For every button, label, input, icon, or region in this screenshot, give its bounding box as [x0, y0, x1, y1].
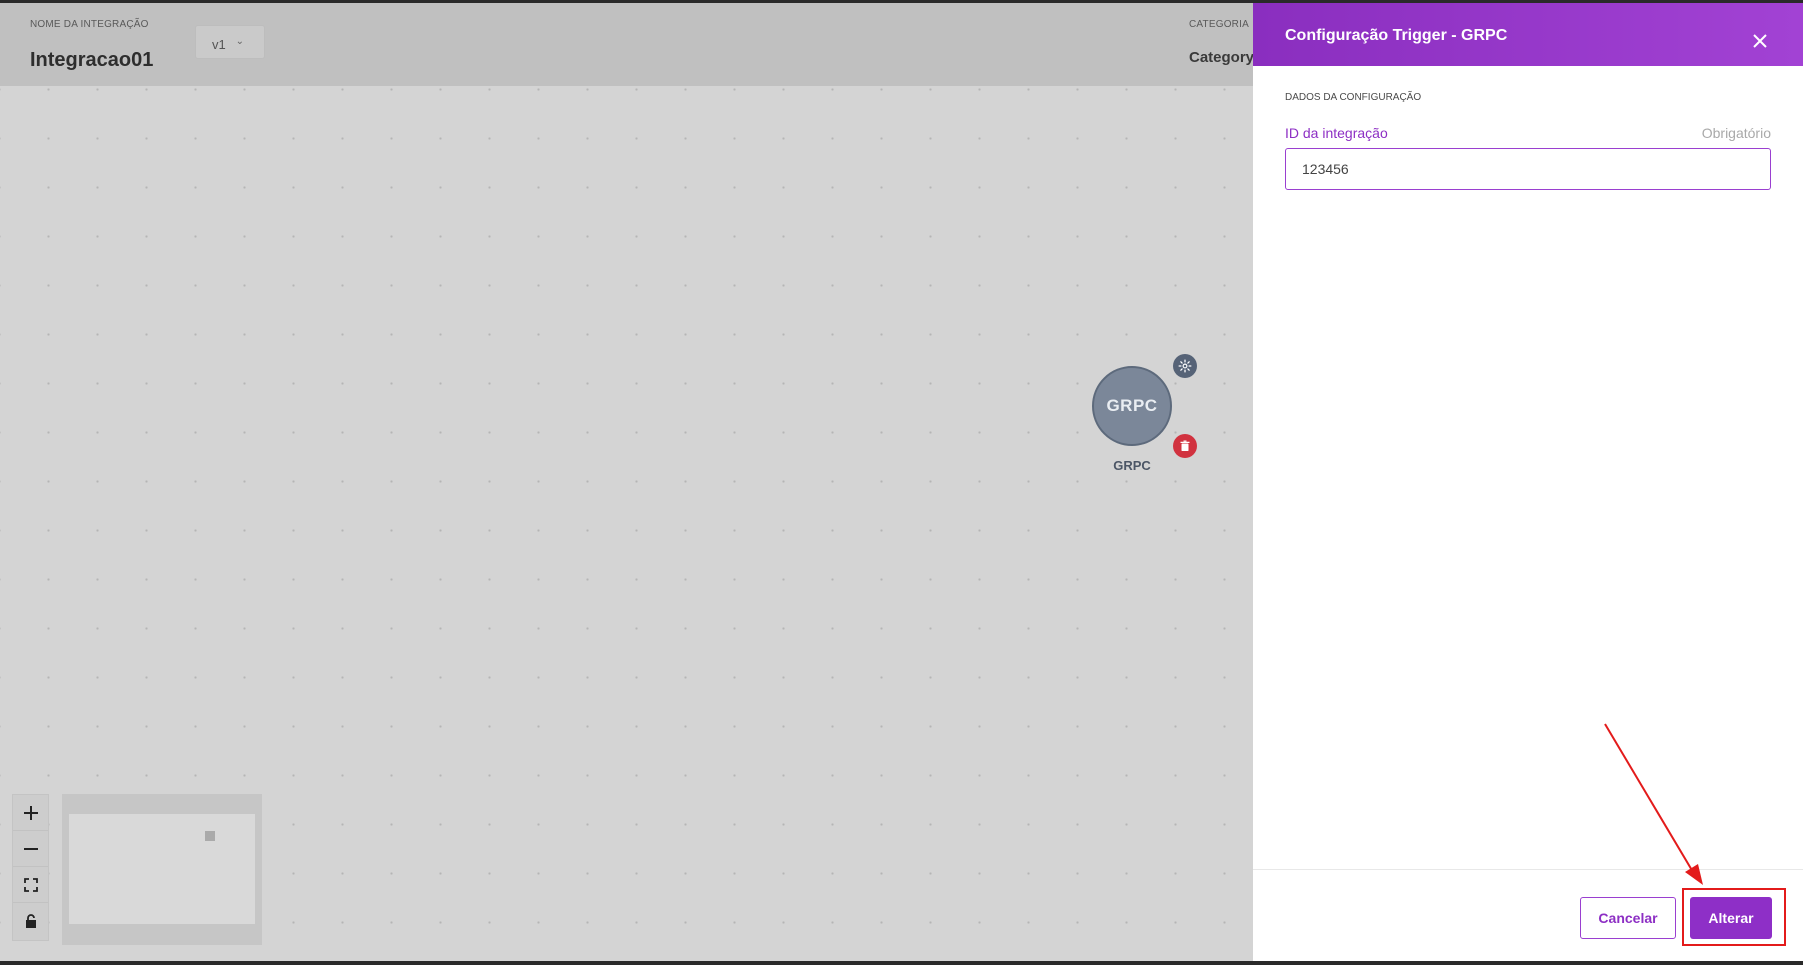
fullscreen-icon — [23, 877, 38, 892]
minus-icon — [23, 847, 38, 850]
gear-icon — [1178, 359, 1192, 373]
node-settings-button[interactable] — [1173, 354, 1197, 378]
app-window: NOME DA INTEGRAÇÃO Integracao01 v1 ⌄ CAT… — [0, 3, 1803, 961]
flow-canvas[interactable]: GRPC GRPC — [0, 86, 1253, 961]
cancel-button[interactable]: Cancelar — [1580, 897, 1676, 939]
grpc-node-icon: GRPC — [1106, 396, 1158, 415]
drawer-title: Configuração Trigger - GRPC — [1285, 27, 1508, 44]
zoom-in-button[interactable] — [13, 795, 48, 831]
node-delete-button[interactable] — [1173, 434, 1197, 458]
required-hint: Obrigatório — [1701, 125, 1771, 141]
integration-name-caption: NOME DA INTEGRAÇÃO — [30, 19, 149, 30]
close-icon — [1753, 34, 1767, 48]
drawer-header: Configuração Trigger - GRPC — [1253, 3, 1803, 66]
grpc-node-label: GRPC — [1113, 458, 1151, 473]
config-drawer: Configuração Trigger - GRPC DADOS DA CON… — [1253, 3, 1803, 961]
canvas-controls — [12, 794, 49, 941]
integration-id-input[interactable] — [1285, 148, 1771, 190]
alterar-button[interactable]: Alterar — [1690, 897, 1772, 939]
category-caption: CATEGORIA — [1189, 19, 1249, 30]
minimap-node — [205, 831, 215, 841]
integration-name: Integracao01 — [30, 49, 154, 71]
section-caption: DADOS DA CONFIGURAÇÃO — [1285, 92, 1422, 103]
version-select[interactable]: v1 ⌄ — [195, 25, 265, 59]
zoom-out-button[interactable] — [13, 831, 48, 867]
category-value: Category — [1189, 49, 1255, 66]
fit-view-button[interactable] — [13, 867, 48, 903]
integration-id-label: ID da integração — [1285, 125, 1388, 141]
close-button[interactable] — [1746, 27, 1774, 55]
grpc-node[interactable]: GRPC — [1092, 366, 1172, 446]
minimap[interactable] — [62, 794, 262, 945]
version-value: v1 — [212, 37, 226, 52]
plus-icon — [23, 805, 38, 820]
trash-icon — [1180, 440, 1190, 451]
chevron-down-icon: ⌄ — [235, 36, 244, 47]
minimap-viewport — [69, 814, 255, 924]
unlock-icon — [25, 914, 36, 928]
lock-button[interactable] — [13, 903, 48, 939]
drawer-footer: Cancelar Alterar — [1253, 869, 1803, 961]
